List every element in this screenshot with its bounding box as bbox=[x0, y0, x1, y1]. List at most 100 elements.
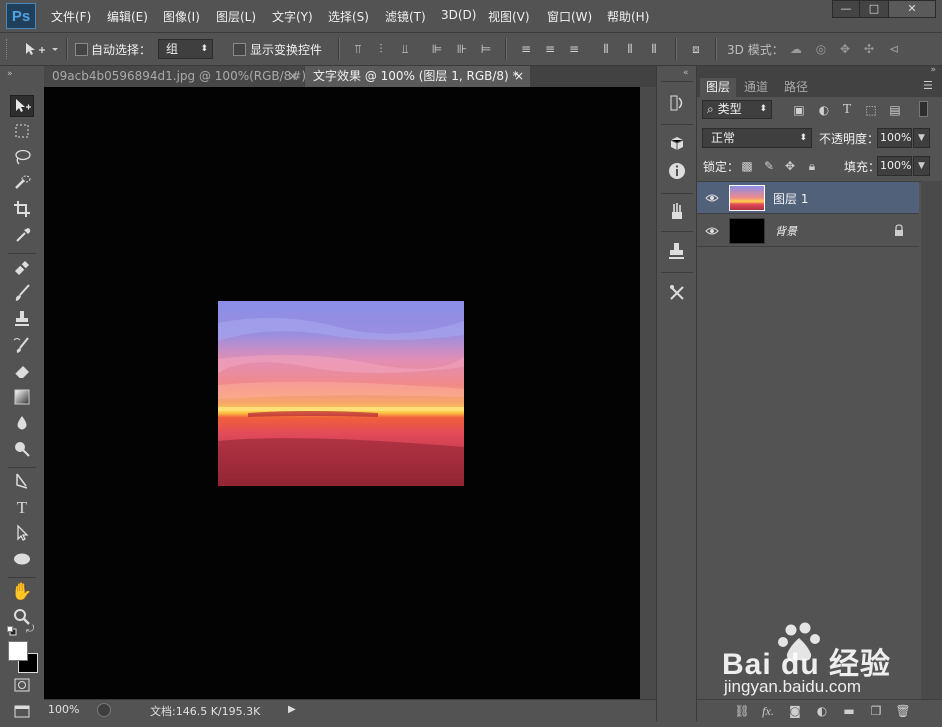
new-layer-icon[interactable]: ❐ bbox=[868, 704, 884, 718]
clone-stamp-tool-icon[interactable] bbox=[10, 309, 34, 331]
lock-pixels-icon[interactable]: ✎ bbox=[761, 159, 777, 173]
expand-dock-icon[interactable]: « bbox=[683, 68, 689, 78]
menu-3d[interactable]: 3D(D) bbox=[441, 8, 476, 22]
tab-layers[interactable]: 图层 bbox=[700, 78, 736, 97]
layer-row-layer-1[interactable]: 图层 1 bbox=[697, 182, 919, 214]
filter-type-icon[interactable]: T bbox=[839, 103, 855, 117]
layer-style-fx-icon[interactable]: fx. bbox=[760, 704, 776, 718]
filter-shape-icon[interactable]: ⬚ bbox=[863, 103, 879, 117]
move-tool-icon[interactable] bbox=[10, 95, 34, 117]
minimize-button[interactable]: — bbox=[832, 0, 860, 18]
delete-layer-icon[interactable]: 🗑︎ bbox=[895, 704, 911, 718]
close-button[interactable]: ✕ bbox=[888, 0, 936, 18]
visibility-eye-icon[interactable] bbox=[705, 224, 719, 238]
eraser-tool-icon[interactable] bbox=[10, 361, 34, 383]
healing-brush-tool-icon[interactable] bbox=[10, 257, 34, 279]
canvas-vertical-scrollbar[interactable] bbox=[640, 87, 656, 699]
distribute-right-icon[interactable]: ⦀ bbox=[646, 42, 662, 56]
auto-select-checkbox[interactable] bbox=[75, 43, 88, 56]
auto-align-icon[interactable]: ⧈ bbox=[688, 42, 704, 56]
fill-input[interactable]: 100% bbox=[877, 156, 912, 176]
menu-layer[interactable]: 图层(L) bbox=[216, 8, 256, 25]
status-menu-arrow-icon[interactable]: ▶ bbox=[288, 702, 302, 718]
distribute-top-icon[interactable]: ≡ bbox=[518, 42, 534, 56]
link-layers-icon[interactable]: ⛓ bbox=[734, 704, 750, 718]
maximize-button[interactable]: □ bbox=[859, 0, 889, 18]
tab-channels[interactable]: 通道 bbox=[737, 78, 775, 97]
menu-view[interactable]: 视图(V) bbox=[488, 8, 530, 25]
opacity-slider-arrow-icon[interactable]: ▼ bbox=[913, 128, 930, 148]
collapse-panel-icon[interactable]: » bbox=[930, 65, 936, 75]
path-selection-tool-icon[interactable] bbox=[10, 523, 34, 545]
filter-pixel-icon[interactable]: ▣ bbox=[791, 103, 807, 117]
crop-tool-icon[interactable] bbox=[10, 199, 34, 221]
filter-adjustment-icon[interactable]: ◐ bbox=[816, 103, 832, 117]
menu-file[interactable]: 文件(F) bbox=[51, 8, 91, 25]
layer-row-background[interactable]: 背景 bbox=[697, 215, 919, 247]
pen-tool-icon[interactable] bbox=[10, 471, 34, 493]
align-hcenter-icon[interactable]: ⊪ bbox=[454, 42, 470, 56]
swap-colors-icon[interactable]: ⤾ bbox=[26, 624, 34, 635]
move-tool-preset-icon[interactable] bbox=[24, 41, 64, 57]
type-tool-icon[interactable]: T bbox=[10, 497, 34, 519]
fill-slider-arrow-icon[interactable]: ▼ bbox=[913, 156, 930, 176]
menu-type[interactable]: 文字(Y) bbox=[272, 8, 313, 25]
brush-tool-icon[interactable] bbox=[10, 283, 34, 305]
3d-pan-icon[interactable]: ✥ bbox=[837, 42, 853, 56]
auto-select-dropdown[interactable]: 组 ⬍ bbox=[158, 39, 213, 59]
add-mask-icon[interactable]: ◙ bbox=[787, 704, 803, 718]
history-panel-icon[interactable] bbox=[666, 92, 688, 114]
lasso-tool-icon[interactable] bbox=[10, 147, 34, 169]
quick-mask-icon[interactable] bbox=[10, 675, 34, 697]
3d-roll-icon[interactable]: ◎ bbox=[813, 42, 829, 56]
foreground-color-swatch[interactable] bbox=[8, 641, 28, 661]
menu-window[interactable]: 窗口(W) bbox=[547, 8, 592, 25]
clone-source-icon[interactable] bbox=[666, 240, 688, 262]
collapse-toolbar-icon[interactable]: » bbox=[7, 69, 13, 79]
filter-toggle[interactable] bbox=[919, 101, 928, 117]
align-right-icon[interactable]: ⊨ bbox=[478, 42, 494, 56]
ellipse-tool-icon[interactable] bbox=[10, 549, 34, 571]
eyedropper-tool-icon[interactable] bbox=[10, 225, 34, 247]
tab-document-2[interactable]: 文字效果 @ 100% (图层 1, RGB/8) * × bbox=[305, 66, 530, 87]
history-brush-tool-icon[interactable] bbox=[10, 335, 34, 357]
screen-mode-icon[interactable] bbox=[10, 701, 34, 723]
align-vcenter-icon[interactable]: ⫶ bbox=[373, 42, 389, 56]
menu-edit[interactable]: 编辑(E) bbox=[107, 8, 148, 25]
align-bottom-icon[interactable]: ⫫ bbox=[397, 42, 413, 56]
tab-paths[interactable]: 路径 bbox=[777, 78, 815, 97]
tool-presets-icon[interactable] bbox=[666, 282, 688, 304]
adjustment-layer-icon[interactable]: ◐ bbox=[814, 704, 830, 718]
brush-presets-icon[interactable] bbox=[666, 200, 688, 222]
close-tab-icon[interactable]: × bbox=[514, 66, 524, 87]
lock-all-icon[interactable]: 🔒︎ bbox=[804, 159, 820, 173]
dodge-tool-icon[interactable] bbox=[10, 439, 34, 461]
panel-menu-icon[interactable]: ☰ bbox=[923, 79, 933, 92]
distribute-hcenter-icon[interactable]: ⦀ bbox=[622, 42, 638, 56]
3d-panel-icon[interactable] bbox=[666, 132, 688, 154]
filter-smart-object-icon[interactable]: ▤ bbox=[887, 103, 903, 117]
info-panel-icon[interactable] bbox=[666, 160, 688, 182]
menu-image[interactable]: 图像(I) bbox=[163, 8, 200, 25]
gradient-tool-icon[interactable] bbox=[10, 387, 34, 409]
new-group-icon[interactable]: ▬ bbox=[841, 704, 857, 718]
blur-tool-icon[interactable] bbox=[10, 413, 34, 435]
distribute-bottom-icon[interactable]: ≡ bbox=[566, 42, 582, 56]
layer-filter-dropdown[interactable]: ⌕ 类型 ⬍ bbox=[702, 100, 772, 119]
menu-select[interactable]: 选择(S) bbox=[328, 8, 369, 25]
align-top-icon[interactable]: ⫪ bbox=[350, 42, 366, 56]
menu-filter[interactable]: 滤镜(T) bbox=[385, 8, 426, 25]
tab-document-1[interactable]: 09acb4b0596894d1.jpg @ 100%(RGB/8#) × bbox=[44, 66, 306, 87]
hand-tool-icon[interactable]: ✋ bbox=[10, 581, 34, 603]
lock-position-icon[interactable]: ✥ bbox=[782, 159, 798, 173]
align-left-icon[interactable]: ⊫ bbox=[429, 42, 445, 56]
menu-help[interactable]: 帮助(H) bbox=[607, 8, 649, 25]
zoom-level[interactable]: 100% bbox=[48, 703, 79, 716]
default-colors-icon[interactable] bbox=[7, 625, 17, 636]
blend-mode-dropdown[interactable]: 正常 ⬍ bbox=[702, 128, 812, 148]
quick-selection-tool-icon[interactable] bbox=[10, 173, 34, 195]
status-info-icon[interactable] bbox=[97, 703, 111, 717]
visibility-eye-icon[interactable] bbox=[705, 191, 719, 205]
3d-rotate-icon[interactable]: ☁ bbox=[788, 42, 804, 56]
show-transform-checkbox[interactable] bbox=[233, 43, 246, 56]
